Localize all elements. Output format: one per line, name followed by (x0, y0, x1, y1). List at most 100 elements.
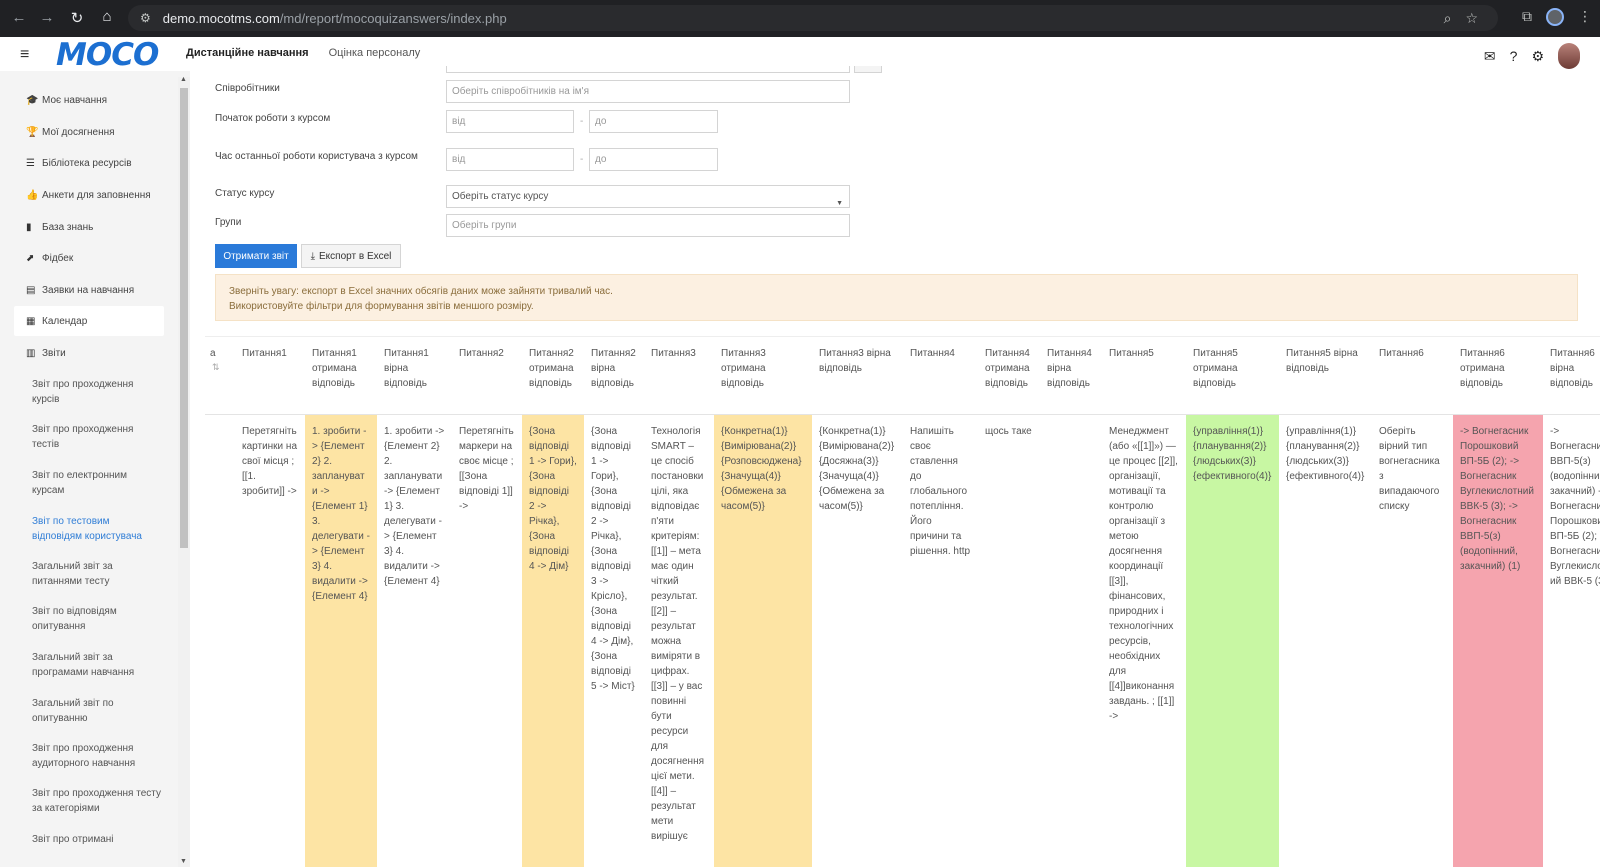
report-link-course-completion[interactable]: Звіт про проходження курсів (32, 377, 162, 407)
table-header-cell[interactable]: Питання1 (235, 346, 305, 361)
sidebar-item-achievements[interactable]: 🏆 Мої досягнення (14, 117, 164, 147)
table-header-cell[interactable]: Питання3 (644, 346, 714, 361)
top-nav: Дистанційне навчання Оцінка персоналу (186, 47, 420, 59)
table-cell: -> Вогнегасник ВВП-5(з) (водопінний, зак… (1550, 426, 1600, 587)
settings-gear-icon[interactable]: ⚙ (1531, 48, 1544, 65)
menu-kebab-icon[interactable]: ⋮ (1578, 8, 1592, 26)
table-header-cell[interactable]: а (205, 346, 235, 361)
user-avatar[interactable] (1558, 43, 1580, 69)
envelope-icon[interactable]: ✉ (1484, 48, 1496, 65)
table-cell: {Конкретна(1)} {Вимірювана(2)} {Розповсю… (714, 414, 812, 867)
table-header-cell[interactable]: Питання4 вірна відповідь (1040, 346, 1102, 391)
table-cell: {управління(1)} {планування(2)} {людськи… (1286, 426, 1365, 482)
bookmark-star-icon[interactable]: ☆ (1465, 10, 1478, 27)
table-header-cell[interactable]: Питання1 отримана відповідь (305, 346, 377, 391)
table-column: Питання1 Перетягніть картинки на свої міс… (235, 336, 305, 867)
help-icon[interactable]: ? (1510, 48, 1518, 64)
hamburger-menu-icon[interactable]: ≡ (20, 46, 29, 64)
sidebar-item-feedback[interactable]: ⬈ Фідбек (14, 243, 164, 273)
reload-icon[interactable]: ↻ (62, 9, 92, 27)
report-link-classroom-training[interactable]: Звіт про проходження аудиторного навчанн… (32, 741, 162, 771)
table-cell: Перетягніть маркери на своє місце ; [[Зо… (459, 426, 514, 512)
moco-logo[interactable]: MOCO (56, 37, 159, 73)
sidebar-item-knowledge-base[interactable]: ▮ База знань (14, 212, 164, 242)
table-cell: -> Вогнегасник Порошковий ВП-5Б (2); -> … (1453, 414, 1543, 867)
table-column: Питання1 отримана відповідь 1. зробити ->… (305, 336, 377, 867)
groups-input[interactable]: Оберіть групи (446, 214, 850, 237)
report-link-user-test-answers[interactable]: Звіт по тестовим відповідям користувача (32, 514, 162, 544)
course-start-from-input[interactable]: від (446, 110, 574, 133)
browser-toolbar: ← → ↻ ⌂ ⚙ demo.mocotms.com/md/report/moc… (0, 0, 1600, 37)
url-path: /md/report/mocoquizanswers/index.php (279, 10, 507, 26)
table-header-cell[interactable]: Питання2 отримана відповідь (522, 346, 584, 391)
course-start-to-input[interactable]: до (589, 110, 718, 133)
address-bar[interactable]: ⚙ demo.mocotms.com/md/report/mocoquizans… (128, 5, 1498, 31)
table-column: Питання3 отримана відповідь {Конкретна(1)… (714, 336, 812, 867)
home-icon[interactable]: ⌂ (92, 8, 122, 25)
table-column: Питання3 Технологія SMART – це спосіб пос… (644, 336, 714, 867)
report-link-survey-general[interactable]: Загальний звіт по опитуванню (32, 696, 162, 726)
table-header-cell[interactable]: Питання3 отримана відповідь (714, 346, 812, 391)
table-header-cell[interactable]: Питання6 (1372, 346, 1453, 361)
sidebar-scroll-thumb[interactable] (180, 88, 188, 548)
table-header-cell[interactable]: Питання3 вірна відповідь (812, 346, 903, 376)
site-info-icon[interactable]: ⚙ (140, 11, 151, 25)
report-link-received[interactable]: Звіт про отримані (32, 832, 162, 847)
table-header-cell[interactable]: Питання2 вірна відповідь (584, 346, 644, 391)
last-activity-to-input[interactable]: до (589, 148, 718, 171)
table-column: а ⇅ (205, 336, 235, 867)
table-header-cell[interactable]: Питання4 отримана відповідь (978, 346, 1040, 391)
table-cell: Оберіть вірний тип вогнегасника з випада… (1379, 426, 1440, 512)
employees-input[interactable]: Оберіть співробітників на ім'я (446, 80, 850, 103)
profile-icon[interactable] (1546, 8, 1564, 26)
table-column: Питання2 отримана відповідь {Зона відпові… (522, 336, 584, 867)
last-activity-from-input[interactable]: від (446, 148, 574, 171)
table-header-cell[interactable]: Питання6 вірна відповідь (1543, 346, 1600, 391)
back-icon[interactable]: ← (4, 9, 34, 26)
forward-icon[interactable]: → (32, 9, 62, 26)
export-excel-button[interactable]: ⤓ Експорт в Excel (301, 244, 401, 268)
table-cell (1040, 414, 1102, 867)
report-link-survey-answers[interactable]: Звіт по відповідям опитування (32, 604, 162, 634)
table-header-cell[interactable]: Питання5 вірна відповідь (1279, 346, 1372, 376)
sidebar-item-my-learning[interactable]: 🎓 Моє навчання (14, 85, 164, 115)
table-header-cell[interactable]: Питання6 отримана відповідь (1453, 346, 1543, 391)
sidebar: 🎓 Моє навчання 🏆 Мої досягнення ☰ Бібліотек… (0, 71, 190, 867)
report-link-test-by-category[interactable]: Звіт про проходження тесту за категоріям… (32, 786, 162, 816)
extensions-icon[interactable]: ⧉ (1522, 8, 1532, 26)
trophy-icon: 🏆 (26, 126, 39, 138)
report-link-test-completion[interactable]: Звіт про проходження тестів (32, 422, 162, 452)
sidebar-item-resource-library[interactable]: ☰ Бібліотека ресурсів (14, 148, 164, 178)
table-header-cell[interactable]: Питання5 (1102, 346, 1186, 361)
report-link-e-courses[interactable]: Звіт по електронним курсам (32, 468, 162, 498)
scroll-down-arrow-icon[interactable]: ▼ (180, 858, 187, 865)
nav-distance-learning[interactable]: Дистанційне навчання (186, 47, 309, 59)
get-report-button[interactable]: Отримати звіт (215, 244, 297, 268)
table-column: Питання4 вірна відповідь (1040, 336, 1102, 867)
table-column: Питання4 отримана відповідь щось таке (978, 336, 1040, 867)
course-start-label: Початок роботи з курсом (215, 113, 331, 124)
table-cell: 1. зробити -> {Елемент 2} 2. запланувати… (384, 426, 445, 587)
nav-personnel-assessment[interactable]: Оцінка персоналу (329, 47, 421, 59)
zoom-icon[interactable]: ⌕ (1444, 10, 1452, 27)
report-link-learning-programs[interactable]: Загальний звіт за програмами навчання (32, 650, 162, 680)
sidebar-item-surveys[interactable]: 👍 Анкети для заповнення (14, 180, 164, 210)
table-header-cell[interactable]: Питання2 (452, 346, 522, 361)
table-header-cell[interactable]: Питання5 отримана відповідь (1186, 346, 1279, 391)
sort-icon[interactable]: ⇅ (212, 362, 220, 373)
table-column: Питання5 отримана відповідь {управління(1… (1186, 336, 1279, 867)
scroll-up-arrow-icon[interactable]: ▲ (180, 76, 187, 83)
range-dash-2: - (580, 154, 584, 165)
sidebar-item-reports[interactable]: ▥ Звіти (14, 338, 164, 368)
sidebar-item-calendar[interactable]: ▦ Календар (14, 306, 164, 336)
book-icon: ▮ (26, 221, 32, 233)
table-header-cell[interactable]: Питання1 вірна відповідь (377, 346, 452, 391)
table-header-cell[interactable]: Питання4 (903, 346, 978, 361)
course-status-select[interactable]: Оберіть статус курсу ▼ (446, 185, 850, 208)
last-activity-label: Час останньої роботи користувача з курсо… (215, 151, 418, 162)
report-link-test-questions[interactable]: Загальний звіт за питаннями тесту (32, 559, 162, 589)
sidebar-item-training-requests[interactable]: ▤ Заявки на навчання (14, 275, 164, 305)
table-column: Питання3 вірна відповідь {Конкретна(1)} {… (812, 336, 903, 867)
url-host: demo.mocotms.com (162, 10, 280, 26)
employees-label: Співробітники (215, 83, 280, 94)
